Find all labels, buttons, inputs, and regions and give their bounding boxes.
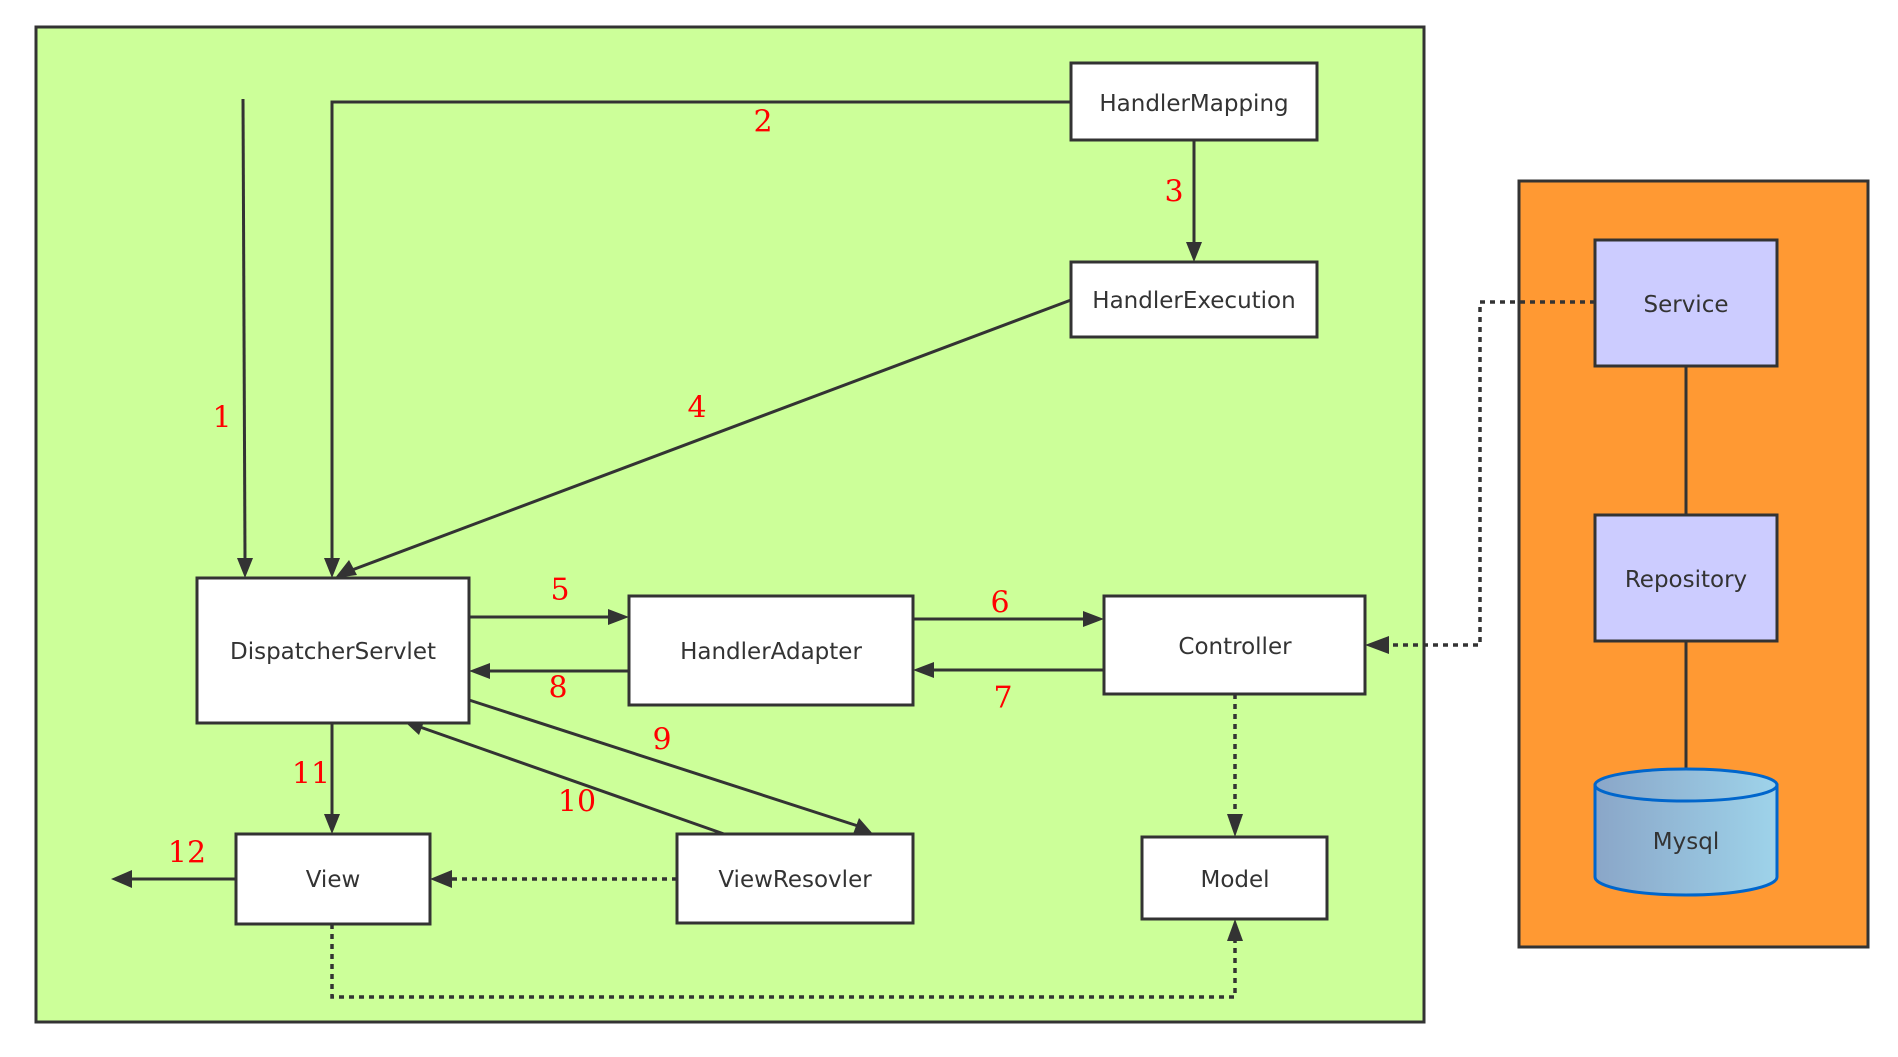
node-view-resolver[interactable]: ViewResovler (675, 832, 915, 925)
node-label: Controller (1178, 634, 1292, 660)
step-label-10: 10 (558, 785, 596, 820)
step-label-8: 8 (548, 671, 567, 706)
step-label-6: 6 (990, 586, 1009, 621)
node-view[interactable]: View (234, 832, 432, 926)
node-label: Repository (1625, 567, 1747, 593)
edge-1 (241, 98, 247, 561)
node-label: HandlerMapping (1099, 91, 1288, 117)
step-label-7: 7 (993, 681, 1012, 716)
node-controller[interactable]: Controller (1102, 594, 1367, 696)
node-mysql-database[interactable]: Mysql (1593, 767, 1779, 897)
step-label-1: 1 (212, 401, 231, 436)
database-cylinder-top (1593, 767, 1779, 803)
node-repository[interactable]: Repository (1593, 513, 1779, 643)
node-label: ViewResovler (718, 867, 872, 893)
node-label: Mysql (1653, 829, 1719, 855)
node-label: DispatcherServlet (230, 639, 436, 665)
node-handler-execution[interactable]: HandlerExecution (1069, 260, 1319, 339)
step-label-4: 4 (687, 391, 706, 426)
node-service[interactable]: Service (1593, 238, 1779, 368)
node-handler-adapter[interactable]: HandlerAdapter (627, 594, 915, 707)
node-label: Service (1643, 292, 1728, 318)
node-label: HandlerAdapter (680, 639, 862, 665)
node-dispatcher-servlet[interactable]: DispatcherServlet (195, 576, 471, 725)
step-label-2: 2 (753, 105, 772, 140)
step-label-9: 9 (652, 723, 671, 758)
step-label-5: 5 (550, 573, 569, 608)
node-label: Model (1200, 867, 1269, 893)
step-label-12: 12 (168, 836, 206, 871)
node-label: HandlerExecution (1092, 288, 1295, 314)
step-label-3: 3 (1164, 175, 1183, 210)
node-handler-mapping[interactable]: HandlerMapping (1069, 61, 1319, 142)
step-label-11: 11 (292, 757, 330, 792)
node-model[interactable]: Model (1140, 835, 1329, 921)
node-label: View (306, 867, 361, 893)
diagram-canvas: HandlerMapping HandlerExecution Dispatch… (34, 25, 1870, 1024)
